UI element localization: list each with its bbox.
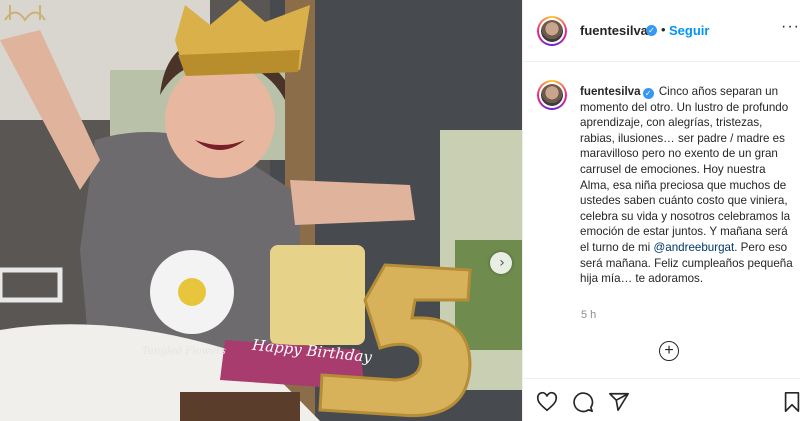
post-header: fuentesilva ✓ • Seguir ···: [523, 0, 800, 62]
verified-badge-icon: ✓: [646, 25, 657, 36]
chevron-right-icon: ›: [499, 255, 505, 271]
post-photo[interactable]: Happy Birthday Tangled Flowers ›: [0, 0, 522, 421]
caption-text: Cinco años separan un momento del otro. …: [580, 85, 791, 254]
next-photo-button[interactable]: ›: [490, 252, 512, 274]
mention-link[interactable]: @andreeburgat: [653, 241, 734, 254]
post-timestamp[interactable]: 5 h: [581, 309, 596, 321]
avatar-image: [541, 84, 563, 106]
verified-badge-icon: ✓: [642, 88, 654, 99]
caption-username[interactable]: fuentesilva: [580, 85, 641, 98]
separator-dot: •: [661, 22, 666, 37]
daisy-print: [150, 250, 234, 334]
username-link[interactable]: fuentesilva: [580, 23, 648, 38]
shirt-text: Tangled Flowers: [142, 346, 226, 357]
avatar-image: [541, 20, 563, 42]
birthday-photo-illustration: [0, 0, 522, 421]
heart-icon[interactable]: [536, 391, 558, 413]
post-side-panel: fuentesilva ✓ • Seguir ··· fuentesilva ✓ …: [522, 0, 800, 421]
post-caption: fuentesilva ✓ Cinco años separan un momen…: [580, 84, 794, 287]
plus-circle-icon[interactable]: +: [659, 341, 679, 361]
caption-avatar[interactable]: [537, 80, 567, 110]
more-options-icon[interactable]: ···: [781, 18, 800, 36]
action-bar: [523, 378, 800, 421]
share-icon[interactable]: [608, 391, 630, 413]
bookmark-icon[interactable]: [781, 391, 800, 413]
avatar[interactable]: [537, 16, 567, 46]
follow-button[interactable]: Seguir: [669, 23, 709, 38]
comment-icon[interactable]: [572, 391, 594, 413]
